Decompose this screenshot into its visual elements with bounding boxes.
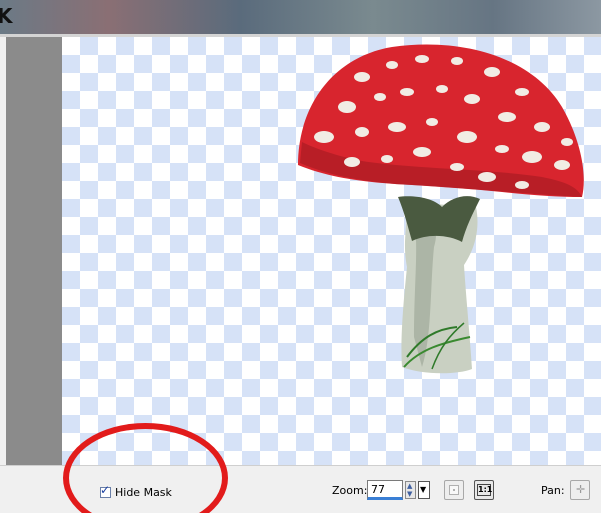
left-panel [6, 37, 62, 465]
actual-size-button[interactable]: 1:1 [474, 480, 494, 500]
mushroom-image [298, 44, 584, 374]
status-bar: ✓ Hide Mask Zoom: 77 ▲ ▼ ▼ 1:1 Pan: ✛ [0, 465, 601, 513]
background-image-strip: K [0, 0, 601, 34]
zoom-label: Zoom: [332, 484, 368, 497]
hide-mask-option[interactable]: ✓ Hide Mask [100, 483, 172, 499]
zoom-input[interactable]: 77 [367, 480, 403, 500]
pan-label: Pan: [541, 484, 565, 497]
pan-button[interactable]: ✛ [570, 480, 590, 500]
fit-center-dot [453, 489, 455, 491]
chevron-down-icon: ▼ [420, 485, 427, 494]
checkmark-icon: ✓ [100, 483, 111, 497]
zoom-dropdown[interactable]: ▼ [418, 481, 430, 499]
spin-up-icon[interactable]: ▲ [407, 482, 412, 490]
pan-cross-icon: ✛ [576, 483, 586, 496]
hide-mask-label[interactable]: Hide Mask [115, 486, 172, 499]
hide-mask-checkbox[interactable]: ✓ [100, 483, 111, 498]
actual-size-icon: 1:1 [477, 484, 493, 496]
app-window: K ✓ Hide Mask Zoom: 77 ▲ ▼ ▼ 1:1 Pan: ✛ [0, 0, 601, 513]
cursor-glyph: K [0, 4, 13, 28]
spin-down-icon[interactable]: ▼ [407, 490, 412, 498]
zoom-spinner[interactable]: ▲ ▼ [405, 481, 416, 499]
fit-to-window-button[interactable] [444, 480, 464, 500]
image-canvas[interactable] [62, 37, 601, 465]
